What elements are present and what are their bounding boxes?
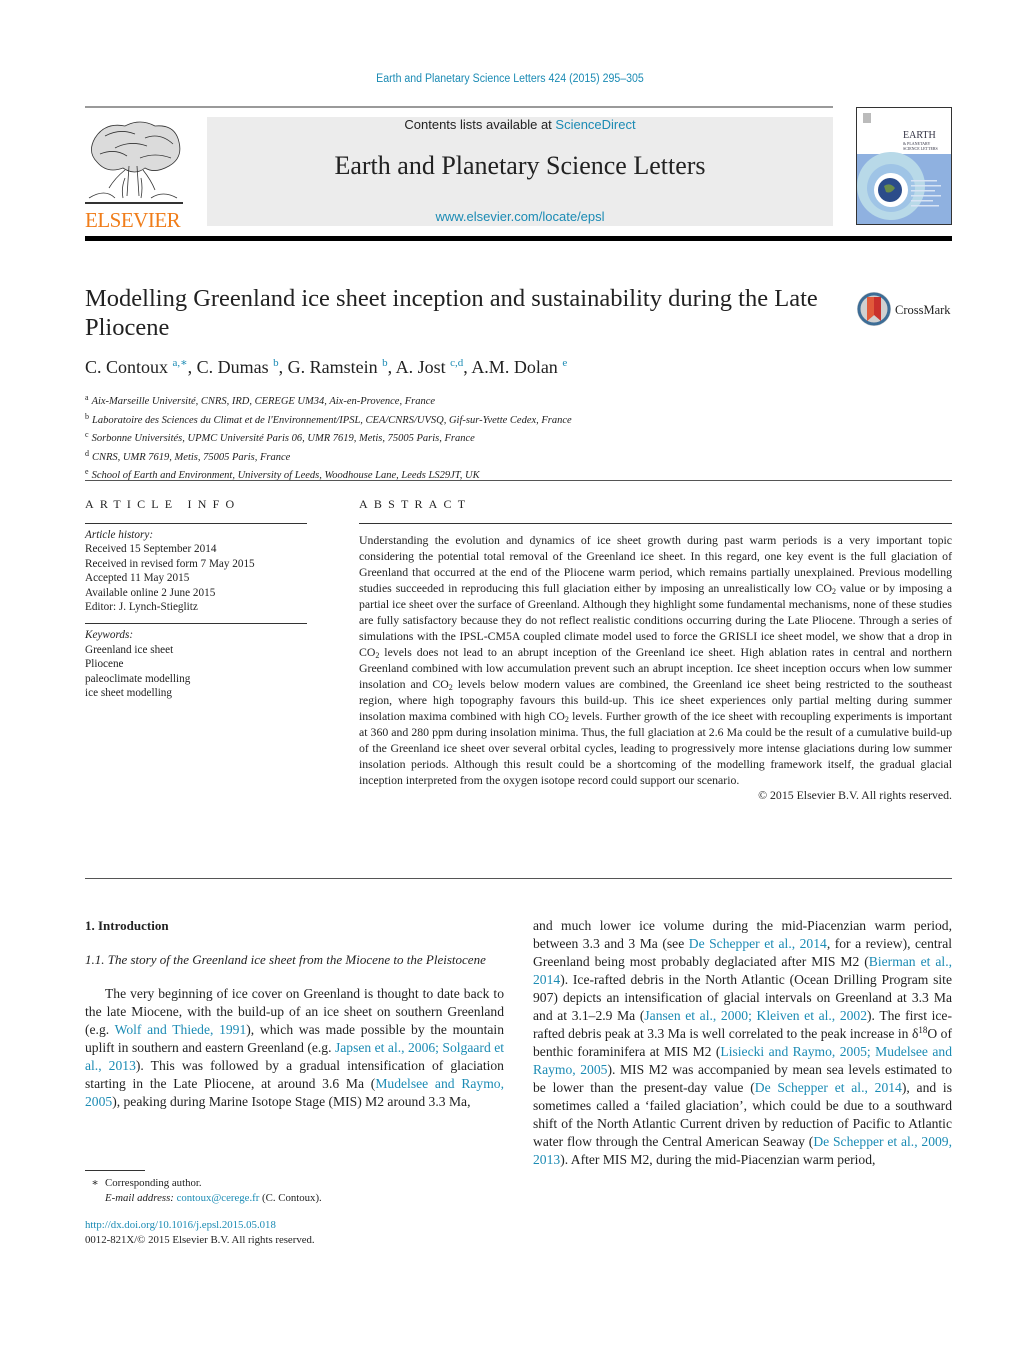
affiliation: b Laboratoire des Sciences du Climat et d… (85, 410, 785, 429)
author-list: C. Contoux a,∗, C. Dumas b, G. Ramstein … (85, 357, 568, 377)
affiliation-mark: b (85, 411, 89, 421)
author[interactable]: A. Jost c,d (396, 357, 464, 377)
subsection-heading: 1.1. The story of the Greenland ice shee… (85, 952, 486, 967)
history-revised: Received in revised form 7 May 2015 (85, 557, 255, 570)
article-title: Modelling Greenland ice sheet inception … (85, 285, 818, 341)
affiliation-text: Laboratoire des Sciences du Climat et de… (92, 414, 572, 426)
body-text-segment: ). After MIS M2, during the mid-Piacenzi… (560, 1152, 876, 1167)
affiliation-text: Aix-Marseille Université, CNRS, IRD, CER… (91, 396, 436, 407)
affiliation-list: a Aix-Marseille Université, CNRS, IRD, CE… (85, 391, 785, 484)
crossmark-icon (857, 292, 891, 326)
history-received: Received 15 September 2014 (85, 543, 217, 556)
footnote: ∗ Corresponding author. E-mail address: c… (85, 1176, 505, 1205)
author[interactable]: G. Ramstein b (288, 357, 388, 377)
keyword: paleoclimate modelling (85, 672, 191, 685)
abstract-copyright: © 2015 Elsevier B.V. All rights reserved… (758, 788, 952, 802)
citation-link[interactable]: Wolf and Thiede, 1991 (115, 1022, 247, 1037)
journal-url-link[interactable]: www.elsevier.com/locate/epsl (207, 209, 833, 224)
section-rule (85, 480, 952, 481)
author-name: A.M. Dolan (471, 357, 558, 377)
svg-text:SCIENCE LETTERS: SCIENCE LETTERS (903, 146, 938, 151)
contents-prefix: Contents lists available at (404, 117, 556, 132)
abstract-heading: ABSTRACT (359, 497, 472, 511)
journal-cover-image: EARTH & PLANETARY SCIENCE LETTERS (857, 108, 951, 224)
body-column-left: 1. Introduction 1.1. The story of the Gr… (85, 917, 504, 1111)
affiliation-mark: e (85, 467, 89, 476)
article-info-heading: ARTICLE INFO (85, 497, 241, 511)
section-rule (85, 878, 952, 879)
article-info: ARTICLE INFO Article history: Received 1… (85, 497, 307, 700)
journal-citation-link[interactable]: Earth and Planetary Science Letters 424 … (41, 73, 979, 85)
affiliation: d CNRS, UMR 7619, Metis, 75005 Paris, Fra… (85, 447, 785, 466)
affiliation: a Aix-Marseille Université, CNRS, IRD, CE… (85, 391, 785, 410)
author-name: A. Jost (395, 357, 446, 377)
crossmark-label: CrossMark (895, 303, 951, 317)
history-online: Available online 2 June 2015 (85, 586, 216, 599)
abstract-text: Understanding the evolution and dynamics… (359, 532, 952, 788)
keyword: ice sheet modelling (85, 687, 172, 700)
author-name: G. Ramstein (287, 357, 378, 377)
divider (85, 523, 307, 524)
affiliation-marks[interactable]: a,∗ (173, 357, 188, 369)
elsevier-logo[interactable]: ELSEVIER (85, 116, 185, 232)
affiliation-marks[interactable]: b (273, 357, 279, 369)
keywords-label: Keywords: (85, 629, 134, 642)
history-accepted: Accepted 11 May 2015 (85, 572, 190, 585)
journal-masthead: Contents lists available at ScienceDirec… (207, 117, 833, 226)
elsevier-tree-icon (85, 121, 183, 204)
journal-title: Earth and Planetary Science Letters (334, 151, 706, 180)
header-thick-rule (85, 236, 952, 241)
history-label: Article history: (85, 529, 154, 541)
affiliation-marks[interactable]: c,d (450, 357, 463, 369)
crossmark-button[interactable]: CrossMark (856, 291, 956, 329)
doi-link[interactable]: http://dx.doi.org/10.1016/j.epsl.2015.05… (85, 1219, 276, 1231)
affiliation-text: CNRS, UMR 7619, Metis, 75005 Paris, Fran… (92, 451, 291, 463)
author[interactable]: C. Contoux a,∗ (85, 357, 188, 377)
keyword: Pliocene (85, 658, 124, 671)
divider (85, 623, 307, 625)
citation-link[interactable]: De Schepper et al., 2014 (689, 936, 827, 951)
author[interactable]: A.M. Dolan e (471, 357, 567, 377)
footnote-marker: ∗ (91, 1177, 99, 1189)
corresponding-author-label: Corresponding author. (105, 1177, 202, 1189)
body-paragraph: The very beginning of ice cover on Green… (85, 985, 504, 1111)
keyword: Greenland ice sheet (85, 643, 174, 656)
elsevier-wordmark: ELSEVIER (85, 208, 181, 232)
sciencedirect-link[interactable]: ScienceDirect (555, 117, 635, 132)
body-column-right: and much lower ice volume during the mid… (533, 917, 952, 1169)
affiliation: c Sorbonne Universités, UPMC Université P… (85, 428, 785, 447)
issn-line: 0012-821X/© 2015 Elsevier B.V. All right… (85, 1233, 315, 1246)
history-editor: Editor: J. Lynch-Stieglitz (85, 601, 198, 614)
author-name: C. Dumas (196, 357, 269, 377)
email-label: E-mail address: (105, 1191, 177, 1204)
header-rule (85, 106, 833, 108)
affiliation-mark: c (85, 430, 89, 439)
affiliation-marks[interactable]: e (562, 357, 567, 369)
author-name: C. Contoux (85, 357, 169, 377)
divider (359, 523, 952, 524)
section-heading: 1. Introduction (85, 918, 169, 933)
svg-text:EARTH: EARTH (903, 130, 936, 141)
body-paragraph: and much lower ice volume during the mid… (533, 917, 952, 1169)
email-suffix: (C. Contoux). (259, 1191, 322, 1204)
affiliation-mark: a (85, 393, 89, 402)
email-link[interactable]: contoux@cerege.fr (177, 1192, 260, 1204)
affiliation-mark: d (85, 448, 89, 458)
contents-line: Contents lists available at ScienceDirec… (207, 117, 833, 132)
body-text-segment: ), peaking during Marine Isotope Stage (… (112, 1093, 471, 1109)
citation-link[interactable]: Jansen et al., 2000; Kleiven et al., 200… (644, 1008, 867, 1023)
citation-link[interactable]: De Schepper et al., 2014 (755, 1080, 902, 1095)
footnote-rule (85, 1170, 145, 1171)
doi-block: http://dx.doi.org/10.1016/j.epsl.2015.05… (85, 1218, 315, 1247)
journal-cover-thumbnail[interactable]: EARTH & PLANETARY SCIENCE LETTERS (856, 107, 952, 225)
author[interactable]: C. Dumas b (197, 357, 279, 377)
affiliation-marks[interactable]: b (382, 357, 388, 369)
affiliation-text: Sorbonne Universités, UPMC Université Pa… (91, 433, 475, 444)
abstract: ABSTRACT Understanding the evolution and… (359, 497, 952, 803)
